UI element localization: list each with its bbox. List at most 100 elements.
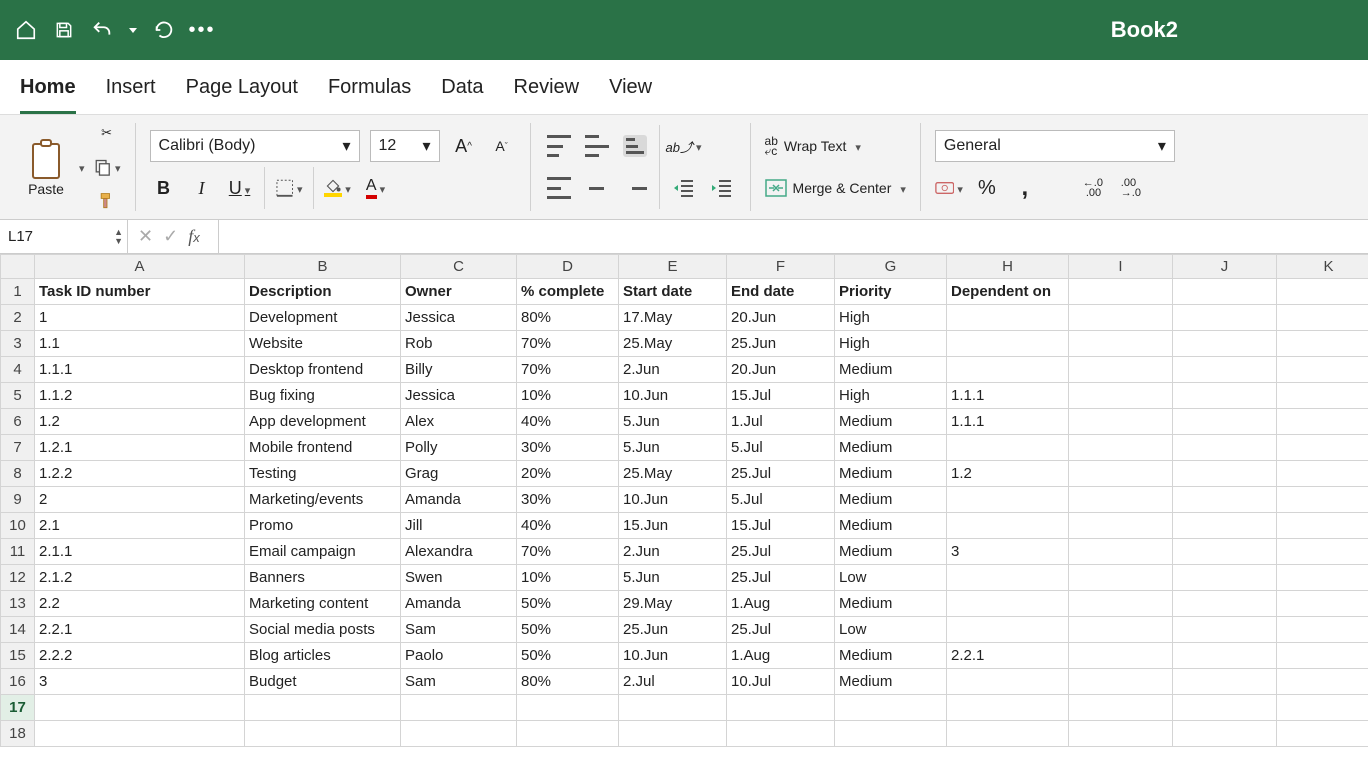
- tab-formulas[interactable]: Formulas: [328, 72, 411, 114]
- cell[interactable]: Medium: [835, 357, 947, 383]
- cell[interactable]: Jessica: [401, 305, 517, 331]
- cell[interactable]: 30%: [517, 435, 619, 461]
- cell[interactable]: Banners: [245, 565, 401, 591]
- cell[interactable]: [1069, 695, 1173, 721]
- cell[interactable]: Mobile frontend: [245, 435, 401, 461]
- redo-icon[interactable]: [150, 16, 178, 44]
- cell[interactable]: [947, 617, 1069, 643]
- col-header-F[interactable]: F: [727, 255, 835, 279]
- cell[interactable]: 25.Jul: [727, 539, 835, 565]
- cell[interactable]: [1277, 357, 1368, 383]
- cell[interactable]: 10%: [517, 565, 619, 591]
- cell[interactable]: 2.1.2: [35, 565, 245, 591]
- cell[interactable]: [947, 305, 1069, 331]
- cell[interactable]: 25.May: [619, 331, 727, 357]
- col-header-J[interactable]: J: [1173, 255, 1277, 279]
- cell[interactable]: 25.Jun: [727, 331, 835, 357]
- cell[interactable]: 40%: [517, 513, 619, 539]
- row-header[interactable]: 3: [1, 331, 35, 357]
- accept-formula-icon[interactable]: ✓: [163, 226, 178, 247]
- cell[interactable]: [1173, 669, 1277, 695]
- tab-data[interactable]: Data: [441, 72, 483, 114]
- cell[interactable]: Medium: [835, 591, 947, 617]
- row-header[interactable]: 10: [1, 513, 35, 539]
- align-middle-button[interactable]: [583, 132, 611, 160]
- cell[interactable]: [1277, 279, 1368, 305]
- col-header-I[interactable]: I: [1069, 255, 1173, 279]
- cell[interactable]: 3: [947, 539, 1069, 565]
- cell[interactable]: Medium: [835, 435, 947, 461]
- cell[interactable]: High: [835, 305, 947, 331]
- number-format-select[interactable]: General ▾: [935, 130, 1175, 162]
- cell[interactable]: Sam: [401, 669, 517, 695]
- cell[interactable]: [1173, 565, 1277, 591]
- cell[interactable]: [727, 695, 835, 721]
- cell[interactable]: Development: [245, 305, 401, 331]
- cell[interactable]: 2.1.1: [35, 539, 245, 565]
- cell[interactable]: 50%: [517, 643, 619, 669]
- cell[interactable]: [1173, 461, 1277, 487]
- cell[interactable]: [1173, 435, 1277, 461]
- cell[interactable]: 5.Jun: [619, 435, 727, 461]
- cell[interactable]: Paolo: [401, 643, 517, 669]
- cell[interactable]: 5.Jul: [727, 487, 835, 513]
- tab-insert[interactable]: Insert: [106, 72, 156, 114]
- cell[interactable]: [1277, 513, 1368, 539]
- grid[interactable]: A B C D E F G H I J K 1Task ID numberDes…: [0, 254, 1368, 747]
- cell[interactable]: Medium: [835, 513, 947, 539]
- cell[interactable]: [947, 487, 1069, 513]
- cell[interactable]: 30%: [517, 487, 619, 513]
- cell[interactable]: 1.2: [947, 461, 1069, 487]
- tab-page-layout[interactable]: Page Layout: [186, 72, 298, 114]
- percent-format-button[interactable]: %: [973, 174, 1001, 202]
- col-header-D[interactable]: D: [517, 255, 619, 279]
- cell[interactable]: [1277, 695, 1368, 721]
- cell[interactable]: [1173, 643, 1277, 669]
- cut-button[interactable]: ✂: [93, 119, 121, 147]
- cell[interactable]: [1173, 513, 1277, 539]
- cell[interactable]: [1173, 721, 1277, 747]
- cell[interactable]: 80%: [517, 669, 619, 695]
- row-header[interactable]: 11: [1, 539, 35, 565]
- cell[interactable]: 10%: [517, 383, 619, 409]
- cell[interactable]: Medium: [835, 669, 947, 695]
- cell[interactable]: Promo: [245, 513, 401, 539]
- cell[interactable]: Rob: [401, 331, 517, 357]
- cell[interactable]: [1173, 539, 1277, 565]
- cell[interactable]: Alexandra: [401, 539, 517, 565]
- select-all-corner[interactable]: [1, 255, 35, 279]
- cell[interactable]: [1277, 409, 1368, 435]
- cell[interactable]: [947, 331, 1069, 357]
- cell[interactable]: 40%: [517, 409, 619, 435]
- col-header-C[interactable]: C: [401, 255, 517, 279]
- cell[interactable]: 5.Jul: [727, 435, 835, 461]
- row-header[interactable]: 8: [1, 461, 35, 487]
- name-box-stepper[interactable]: ▲▼: [114, 228, 123, 246]
- decrease-decimal-button[interactable]: .00→.0: [1117, 174, 1145, 202]
- cell[interactable]: [1069, 721, 1173, 747]
- cell[interactable]: [1277, 591, 1368, 617]
- cell[interactable]: 2: [35, 487, 245, 513]
- cell[interactable]: [1069, 461, 1173, 487]
- cell[interactable]: [1277, 669, 1368, 695]
- cell[interactable]: 10.Jun: [619, 487, 727, 513]
- cell[interactable]: Website: [245, 331, 401, 357]
- cell[interactable]: [947, 513, 1069, 539]
- cell[interactable]: Sam: [401, 617, 517, 643]
- cell[interactable]: Marketing/events: [245, 487, 401, 513]
- cell[interactable]: Medium: [835, 461, 947, 487]
- cell[interactable]: 20.Jun: [727, 357, 835, 383]
- cell[interactable]: [517, 695, 619, 721]
- cell[interactable]: [1069, 591, 1173, 617]
- row-header[interactable]: 6: [1, 409, 35, 435]
- cell[interactable]: [947, 435, 1069, 461]
- undo-icon[interactable]: [88, 16, 116, 44]
- cell[interactable]: 1.2.1: [35, 435, 245, 461]
- cell[interactable]: [1069, 409, 1173, 435]
- accounting-format-button[interactable]: [935, 174, 963, 202]
- merge-center-button[interactable]: Merge & Center: [765, 174, 906, 202]
- cell[interactable]: [245, 721, 401, 747]
- cell[interactable]: [401, 695, 517, 721]
- cell[interactable]: High: [835, 331, 947, 357]
- cell[interactable]: Alex: [401, 409, 517, 435]
